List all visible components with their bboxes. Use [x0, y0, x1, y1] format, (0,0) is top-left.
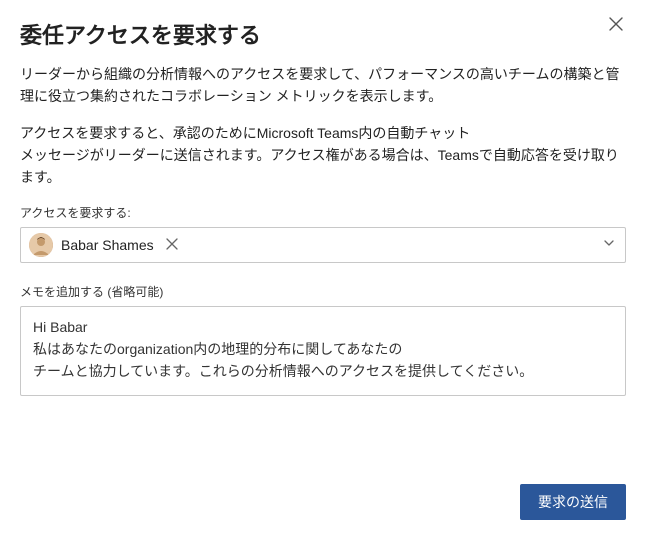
dialog-description-2: アクセスを要求すると、承認のためにMicrosoft Teams内の自動チャット…: [20, 123, 626, 188]
note-textarea[interactable]: Hi Babar 私はあなたのorganization内の地理的分布に関してあな…: [20, 306, 626, 396]
avatar: [29, 233, 53, 257]
dialog-title: 委任アクセスを要求する: [20, 18, 626, 50]
person-picker[interactable]: Babar Shames: [20, 227, 626, 263]
access-from-label: アクセスを要求する:: [20, 204, 626, 221]
chevron-down-icon: [603, 236, 615, 254]
note-label: メモを追加する (省略可能): [20, 283, 626, 300]
selected-person-name: Babar Shames: [61, 237, 154, 253]
request-delegate-access-dialog: 委任アクセスを要求する リーダーから組織の分析情報へのアクセスを要求して、パフォ…: [0, 0, 646, 540]
close-icon[interactable]: [604, 10, 628, 40]
dialog-description-1: リーダーから組織の分析情報へのアクセスを要求して、パフォーマンスの高いチームの構…: [20, 64, 626, 107]
remove-person-icon[interactable]: [166, 238, 178, 252]
submit-request-button[interactable]: 要求の送信: [520, 484, 626, 520]
